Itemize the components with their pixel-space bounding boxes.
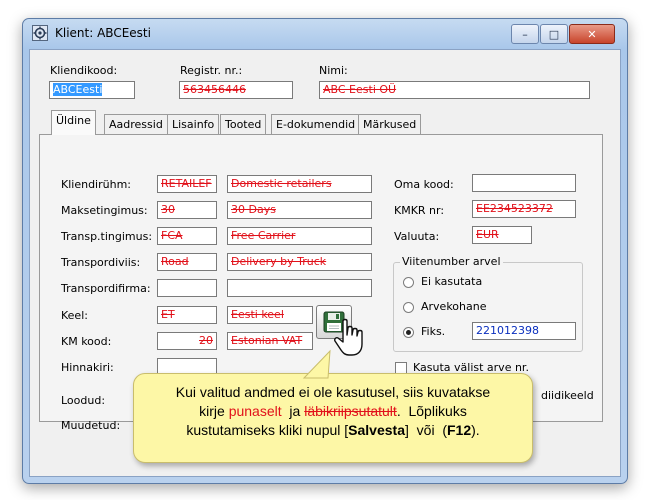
tooltip-strike-word: läbikriipsutatult (304, 403, 397, 419)
keel-desc-input[interactable]: Eesti keel (227, 306, 313, 324)
transpordifirma-desc-input[interactable] (227, 279, 372, 297)
tab-tooted[interactable]: Tooted (220, 114, 267, 134)
tooltip-red-word: punaselt (228, 403, 282, 419)
tab-uldine[interactable]: Üldine (51, 110, 96, 135)
hand-pointer-icon (334, 318, 363, 356)
close-button[interactable]: ✕ (569, 24, 615, 44)
oma-kood-input[interactable] (472, 174, 576, 192)
radio-fiks[interactable] (403, 327, 414, 338)
tooltip-text-part: ja (281, 403, 305, 419)
viitenumber-group-title: Viitenumber arvel (400, 255, 503, 268)
tab-aadressid[interactable]: Aadressid (104, 114, 168, 134)
radio-arvekohane-label: Arvekohane (421, 300, 487, 313)
maksetingimus-label: Maksetingimus: (61, 204, 148, 217)
km-kood-desc-input[interactable]: Estonian VAT (227, 332, 313, 350)
transpordiviis-desc-input[interactable]: Delivery by Truck (227, 253, 372, 271)
oma-kood-label: Oma kood: (394, 178, 454, 191)
tooltip-line-2: kirje punaselt ja läbikriipsutatult. Lõp… (148, 402, 518, 421)
transpordifirma-label: Transpordifirma: (61, 282, 151, 295)
tooltip-text: Kui valitud andmed ei ole kasutusel, sii… (148, 383, 518, 440)
hinnakiri-label: Hinnakiri: (61, 361, 114, 374)
keel-code-input[interactable]: ET (157, 306, 217, 324)
transp-tingimus-desc-input[interactable]: Free Carrier (227, 227, 372, 245)
registr-input[interactable]: 563456446 (179, 81, 293, 99)
km-kood-code-input[interactable]: 20 (157, 332, 217, 350)
transpordiviis-label: Transpordiviis: (61, 256, 141, 269)
maksetingimus-desc-input[interactable]: 30 Days (227, 201, 372, 219)
nimi-input[interactable]: ABC Eesti OÜ (319, 81, 590, 99)
tooltip-line-3: kustutamiseks kliki nupul [Salvesta] või… (148, 421, 518, 440)
muudetud-label: Muudetud: (61, 419, 121, 432)
kliendiruhm-code-input[interactable]: RETAILEF (157, 175, 217, 193)
window-title: Klient: ABCEesti (55, 26, 151, 40)
km-kood-label: KM kood: (61, 335, 112, 348)
kliendikood-label: Kliendikood: (50, 64, 118, 77)
tooltip-text-part: ). (471, 422, 480, 438)
radio-fiks-label: Fiks. (421, 325, 446, 338)
maximize-button[interactable]: □ (540, 24, 568, 44)
tab-lisainfo[interactable]: Lisainfo (167, 114, 220, 134)
transpordifirma-code-input[interactable] (157, 279, 217, 297)
valuuta-label: Valuuta: (394, 230, 440, 243)
tooltip-text-part: . Lõplikuks (396, 403, 467, 419)
tooltip-key: F12 (447, 422, 472, 438)
radio-arvekohane[interactable] (403, 302, 414, 313)
transp-tingimus-code-input[interactable]: FCA (157, 227, 217, 245)
radio-ei-kasutata-label: Ei kasutata (421, 275, 483, 288)
kliendiruhm-label: Kliendirühm: (61, 178, 131, 191)
fiks-value-input[interactable]: 221012398 (472, 322, 576, 340)
tooltip-text-part: ] või ( (404, 422, 447, 438)
tooltip-line-1: Kui valitud andmed ei ole kasutusel, sii… (175, 384, 491, 400)
registr-label: Registr. nr.: (180, 64, 243, 77)
tooltip-text-part: kirje (199, 403, 229, 419)
transpordiviis-code-input[interactable]: Road (157, 253, 217, 271)
kmkr-label: KMKR nr: (394, 204, 445, 217)
kliendiruhm-desc-input[interactable]: Domestic retailers (227, 175, 372, 193)
partial-label: diidikeeld (541, 389, 594, 402)
client-app-icon (32, 25, 48, 41)
radio-ei-kasutata[interactable] (403, 277, 414, 288)
tooltip-text-part: kustutamiseks kliki nupul [ (186, 422, 349, 438)
tab-markused[interactable]: Märkused (358, 114, 422, 134)
transp-tingimus-label: Transp.tingimus: (61, 230, 153, 243)
minimize-button[interactable]: – (511, 24, 539, 44)
title-bar[interactable]: Klient: ABCEesti – □ ✕ (23, 19, 627, 47)
maksetingimus-code-input[interactable]: 30 (157, 201, 217, 219)
keel-label: Keel: (61, 309, 88, 322)
tab-e-dokumendid[interactable]: E-dokumendid (271, 114, 361, 134)
loodud-label: Loodud: (61, 394, 106, 407)
kliendikood-input[interactable]: ABCEesti (49, 81, 135, 99)
kmkr-input[interactable]: EE234523372 (472, 200, 576, 218)
tooltip-salvesta: Salvesta (348, 422, 405, 438)
valuuta-input[interactable]: EUR (472, 226, 532, 244)
kliendikood-value: ABCEesti (53, 83, 103, 96)
nimi-label: Nimi: (319, 64, 348, 77)
tooltip-callout: Kui valitud andmed ei ole kasutusel, sii… (133, 373, 533, 463)
